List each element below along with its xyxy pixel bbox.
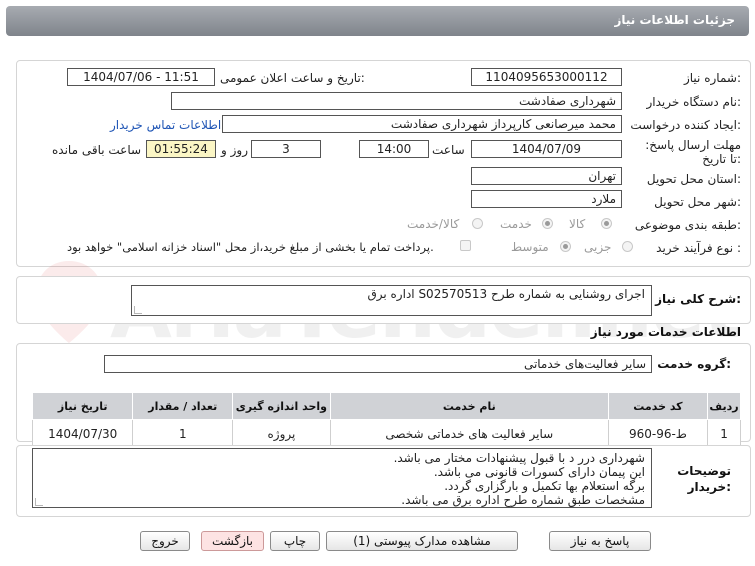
deadline-date-field: 1404/07/09 [471, 140, 622, 158]
col-unit: واحد اندازه گیری [232, 392, 331, 420]
buyer-notes-label: توضیحات خریدار: [677, 464, 731, 494]
service-group-field: سایر فعالیت‌های خدماتی [104, 355, 652, 373]
category-radio-goods[interactable] [601, 218, 612, 229]
province-label: استان محل تحویل: [646, 172, 741, 186]
buyer-field: شهرداری صفادشت [171, 92, 622, 110]
col-quantity: تعداد / مقدار [132, 392, 234, 420]
process-small-label: جزیی [584, 240, 612, 254]
description-label: شرح کلی نیاز: [655, 292, 741, 306]
description-field: اجرای روشنایی به شماره طرح S02570513 ادا… [131, 285, 652, 316]
remaining-time-field: 01:55:24 [146, 140, 216, 158]
buyer-contact-link[interactable]: اطلاعات تماس خریدار [110, 118, 221, 132]
process-radio-medium[interactable] [560, 241, 571, 252]
category-both-label: کالا/خدمت [407, 217, 460, 231]
view-documents-button[interactable]: مشاهده مدارک پیوستی (1) [326, 531, 518, 551]
remaining-label: ساعت باقی مانده [52, 143, 142, 157]
resize-grip-icon [134, 306, 142, 314]
back-button[interactable]: بازگشت [201, 531, 264, 551]
service-group-label: گروه خدمت: [657, 357, 731, 371]
time-label: ساعت [432, 143, 465, 157]
services-section-title: اطلاعات خدمات مورد نیاز [590, 325, 741, 339]
buyer-note-line: برگه استعلام بها تکمیل و بارگزاری گردد. [444, 479, 645, 493]
services-table: ردیف کد خدمت نام خدمت واحد اندازه گیری ت… [31, 392, 741, 449]
description-text: اجرای روشنایی به شماره طرح S02570513 ادا… [367, 287, 645, 301]
days-field: 3 [251, 140, 321, 158]
buyer-note-line: این پیمان دارای کسورات قانونی می باشد. [433, 465, 645, 479]
table-header-row: ردیف کد خدمت نام خدمت واحد اندازه گیری ت… [31, 392, 741, 420]
window-title-bar: جزئیات اطلاعات نیاز [6, 6, 749, 36]
category-radio-service[interactable] [542, 218, 553, 229]
process-radio-small[interactable] [622, 241, 633, 252]
announce-label: تاریخ و ساعت اعلان عمومی: [220, 71, 365, 85]
col-row-number: ردیف [707, 392, 741, 420]
province-field: تهران [471, 167, 622, 185]
category-label: طبقه بندی موضوعی: [634, 218, 741, 232]
buyer-label: نام دستگاه خریدار: [646, 95, 742, 109]
process-label: نوع فرآیند خرید : [656, 241, 741, 255]
days-label: روز و [221, 143, 248, 157]
resize-grip-icon [35, 498, 43, 506]
window-title: جزئیات اطلاعات نیاز [614, 13, 735, 27]
col-service-code: کد خدمت [607, 392, 709, 420]
col-service-name: نام خدمت [329, 392, 609, 420]
reply-button[interactable]: پاسخ به نیاز [549, 531, 651, 551]
deadline-label: مهلت ارسال پاسخ: تا تاریخ: [645, 138, 741, 166]
creator-label: ایجاد کننده درخواست: [630, 118, 741, 132]
exit-button[interactable]: خروج [140, 531, 190, 551]
buyer-note-line: شهرداری درر د با قبول پیشنهادات مختار می… [393, 451, 645, 465]
announce-field: 1404/07/06 - 11:51 [67, 68, 215, 86]
print-button[interactable]: چاپ [270, 531, 320, 551]
category-radio-both[interactable] [472, 218, 483, 229]
deadline-time-field: 14:00 [359, 140, 429, 158]
process-medium-label: متوسط [511, 240, 549, 254]
treasury-checkbox[interactable] [460, 240, 471, 251]
need-number-label: شماره نیاز: [683, 71, 741, 85]
creator-field: محمد میرصانعی کارپرداز شهرداری صفادشت [222, 115, 622, 133]
category-service-label: خدمت [500, 217, 532, 231]
col-need-date: تاریخ نیاز [31, 392, 134, 420]
city-field: ملارد [471, 190, 622, 208]
need-number-field: 1104095653000112 [471, 68, 622, 86]
city-label: شهر محل تحویل: [654, 195, 741, 209]
buyer-note-line: مشخصات طبق شماره طرح اداره برق می باشد. [401, 493, 645, 507]
payment-note: پرداخت تمام یا بخشی از مبلغ خرید،از محل … [67, 240, 434, 254]
category-goods-label: کالا [569, 217, 586, 231]
buyer-notes-field: شهرداری درر د با قبول پیشنهادات مختار می… [32, 448, 652, 508]
